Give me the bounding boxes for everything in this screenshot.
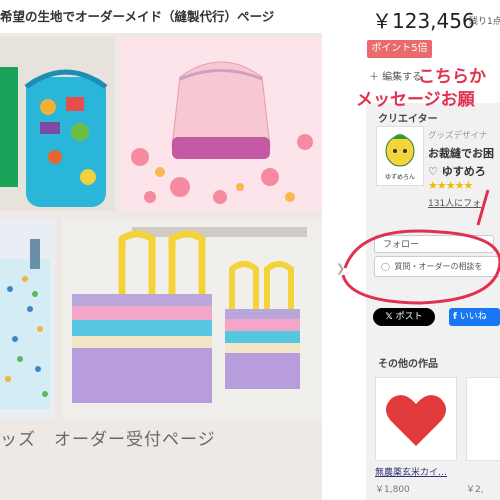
photo-floral-bag[interactable] <box>120 37 322 211</box>
work-price-2: ￥2, <box>466 485 484 495</box>
follow-button[interactable]: フォロー <box>374 235 494 253</box>
annotation-line2: メッセージお願 <box>356 90 475 110</box>
x-logo-icon: 𝕏 <box>385 312 393 322</box>
heart-cushion-image <box>376 378 456 460</box>
x-post-label: ポスト <box>395 312 423 322</box>
photo-lesson-bags[interactable] <box>62 219 322 419</box>
product-price: ￥123,456 <box>372 9 475 33</box>
page-title: 希望の生地でオーダーメイド（縫製代行）ページ <box>0 9 275 24</box>
creator-name-link[interactable]: お裁縫でお困 <box>428 145 494 161</box>
page-subtitle: ッズ オーダー受付ページ <box>0 430 216 450</box>
creator-shop-link[interactable]: ♡ ゆすめろ <box>428 163 486 179</box>
photo-dinosaur-bags[interactable] <box>0 37 115 211</box>
facebook-icon: f <box>453 312 457 322</box>
photo-gallery: ッズ オーダー受付ページ <box>0 33 322 500</box>
follow-label: フォロー <box>383 240 420 250</box>
consult-label: 質問・オーダーの相談を <box>394 262 483 271</box>
photo-print-bag[interactable] <box>0 219 55 419</box>
creator-heading: クリエイター <box>378 114 438 125</box>
other-works-heading: その他の作品 <box>378 359 438 370</box>
work-thumbnail-2[interactable] <box>466 377 500 461</box>
consult-button[interactable]: ◯ 質問・オーダーの相談を <box>374 256 500 277</box>
chevron-right-icon[interactable]: ❯ <box>336 262 345 275</box>
creator-description: グッズデザイナ <box>428 131 488 141</box>
x-post-button[interactable]: 𝕏 ポスト <box>373 308 435 326</box>
work-title-link[interactable]: 無農薬玄米カイ… <box>375 465 447 478</box>
lesson-bags-image <box>62 219 322 419</box>
stock-count: 残り1点 <box>469 17 500 27</box>
print-bag-image <box>0 219 55 419</box>
lemon-logo-icon: ゆずめろん <box>377 127 423 185</box>
facebook-like-button[interactable]: f いいね <box>449 308 500 326</box>
work-thumbnail[interactable] <box>375 377 457 461</box>
followers-link[interactable]: 131人にフォ <box>428 196 481 209</box>
annotation-line1: こちらか <box>418 67 486 87</box>
work-price: ￥1,800 <box>375 485 410 495</box>
dinosaur-bags-image <box>0 37 115 211</box>
logo-text: ゆずめろん <box>385 173 415 181</box>
edit-link[interactable]: ＋ 編集する <box>369 68 422 83</box>
rating-stars: ★★★★★ <box>428 179 473 192</box>
facebook-like-label: いいね <box>459 312 487 322</box>
points-badge: ポイント5倍 <box>367 40 432 58</box>
speech-bubble-icon: ◯ <box>381 262 390 271</box>
creator-avatar[interactable]: ゆずめろん <box>376 126 424 186</box>
floral-bag-image <box>120 37 322 211</box>
